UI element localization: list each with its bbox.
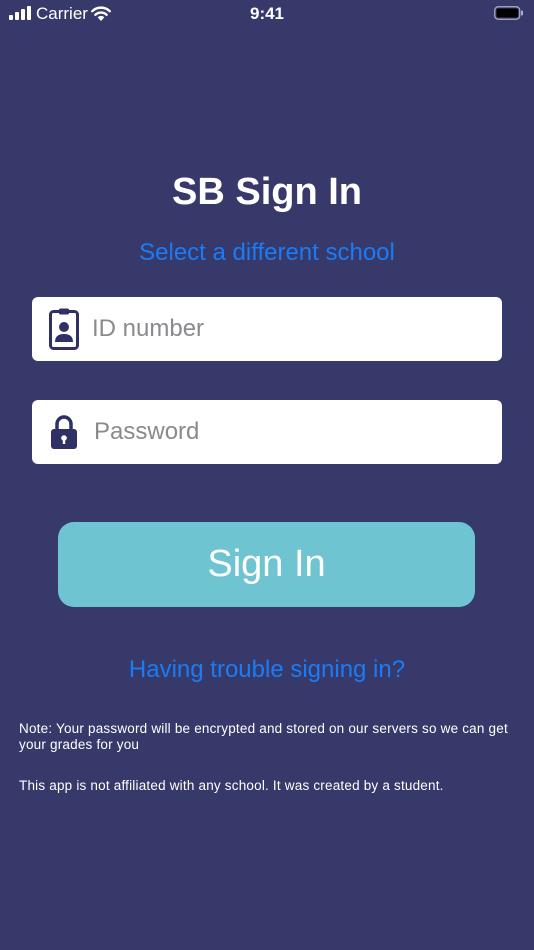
battery-icon	[494, 6, 523, 20]
lock-icon	[51, 415, 77, 449]
password-field[interactable]	[32, 400, 502, 464]
id-number-input[interactable]	[92, 297, 492, 361]
id-number-field[interactable]	[32, 297, 502, 361]
sign-in-button[interactable]: Sign In	[58, 522, 475, 607]
encryption-note: Note: Your password will be encrypted an…	[19, 721, 508, 752]
page-title: SB Sign In	[172, 171, 362, 213]
id-badge-icon	[49, 308, 79, 350]
status-bar: Carrier 9:41	[0, 0, 534, 28]
affiliation-note: This app is not affiliated with any scho…	[19, 778, 444, 793]
select-school-link[interactable]: Select a different school	[0, 238, 534, 268]
status-time: 9:41	[249, 4, 285, 23]
password-input[interactable]	[94, 400, 492, 464]
trouble-signing-in-link[interactable]: Having trouble signing in?	[0, 655, 534, 685]
